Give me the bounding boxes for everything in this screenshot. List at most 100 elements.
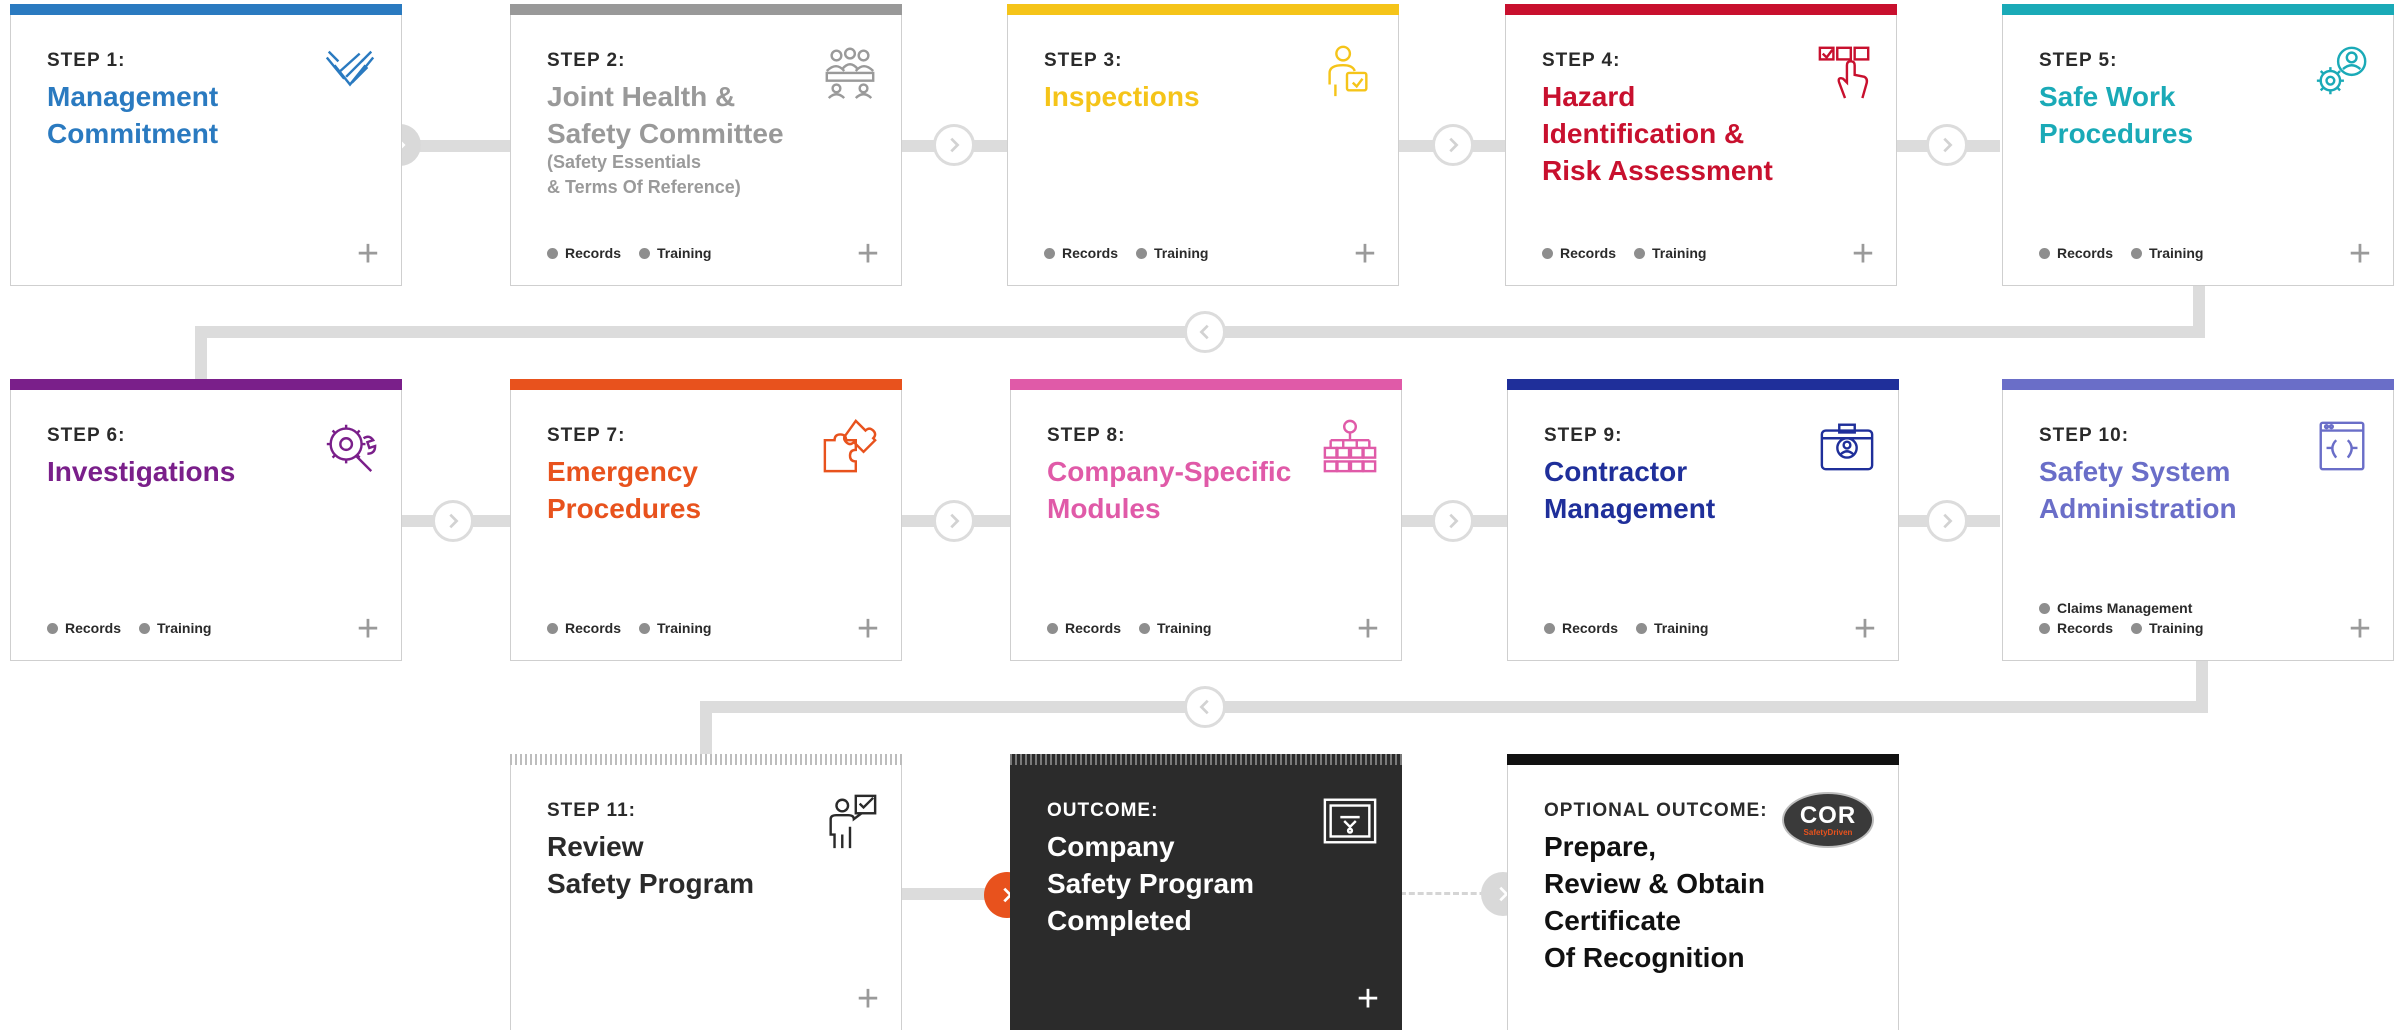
step-label: STEP 2: <box>547 50 626 71</box>
next-arrow-button[interactable] <box>1926 500 1968 542</box>
meeting-icon <box>821 42 879 100</box>
tag-claims-management: Claims Management <box>2039 600 2192 616</box>
tag-list: Records Training <box>47 618 229 638</box>
tag-training: Training <box>1636 620 1708 636</box>
connector-row2-to-row3 <box>700 701 2208 713</box>
back-arrow-button[interactable] <box>1184 686 1226 728</box>
chevron-right-icon <box>950 513 960 529</box>
card-accent-bar <box>510 754 902 765</box>
step-title: Safe Work Procedures <box>2039 81 2194 149</box>
tag-records: Records <box>1047 620 1121 636</box>
step-subtitle: (Safety Essentials & Terms Of Reference) <box>547 152 741 197</box>
card-accent-bar <box>1010 379 1402 390</box>
card-accent-bar <box>1507 379 1899 390</box>
tag-records: Records <box>2039 245 2113 261</box>
chevron-right-icon <box>1449 513 1459 529</box>
step-title: Inspections <box>1044 81 1200 112</box>
step-card-2[interactable]: STEP 2: Joint Health & Safety Committee … <box>510 4 902 286</box>
chevron-right-icon <box>1943 513 1953 529</box>
card-accent-bar <box>2002 379 2394 390</box>
step-card-1[interactable]: STEP 1: Management Commitment + <box>10 4 402 286</box>
connector-row2-rise <box>195 326 207 381</box>
next-arrow-button[interactable] <box>432 500 474 542</box>
step-title: Joint Health & Safety Committee <box>547 81 784 149</box>
card-accent-bar <box>1507 754 1899 765</box>
expand-plus-button[interactable]: + <box>1850 610 1880 648</box>
step-title: Investigations <box>47 456 236 487</box>
card-accent-bar <box>1007 4 1399 15</box>
step-title: Safety System Administration <box>2039 456 2237 524</box>
expand-plus-button[interactable]: + <box>1353 610 1383 648</box>
next-arrow-button[interactable] <box>1432 500 1474 542</box>
step-card-5[interactable]: STEP 5: Safe Work Procedures Records Trai… <box>2002 4 2394 286</box>
step-label: STEP 9: <box>1544 425 1623 446</box>
expand-plus-button[interactable]: + <box>1353 980 1383 1018</box>
step-card-4[interactable]: STEP 4: Hazard Identification & Risk Ass… <box>1505 4 1897 286</box>
optional-outcome-title: Prepare, Review & Obtain Certificate Of … <box>1544 831 1765 973</box>
next-arrow-button[interactable] <box>1432 124 1474 166</box>
step-label: STEP 5: <box>2039 50 2118 71</box>
step-card-10[interactable]: STEP 10: Safety System Administration Cl… <box>2002 379 2394 661</box>
gear-person-icon <box>2313 42 2371 100</box>
outcome-card[interactable]: OUTCOME: Company Safety Program Complete… <box>1010 754 1402 1030</box>
expand-plus-button[interactable]: + <box>1848 235 1878 273</box>
step-card-3[interactable]: STEP 3: Inspections Records Training + <box>1007 4 1399 286</box>
step-title: Contractor Management <box>1544 456 1716 524</box>
step-card-8[interactable]: STEP 8: Company-Specific Modules Records… <box>1010 379 1402 661</box>
step-label: STEP 7: <box>547 425 626 446</box>
next-arrow-button[interactable] <box>1926 124 1968 166</box>
expand-plus-button[interactable]: + <box>2345 610 2375 648</box>
step-label: STEP 10: <box>2039 425 2130 446</box>
next-arrow-button[interactable] <box>933 124 975 166</box>
card-accent-bar <box>2002 4 2394 15</box>
chevron-left-icon <box>1199 699 1209 715</box>
tag-records: Records <box>547 245 621 261</box>
tag-training: Training <box>2131 245 2203 261</box>
expand-plus-button[interactable]: + <box>353 610 383 648</box>
step-title: Hazard Identification & Risk Assessment <box>1542 81 1773 186</box>
expand-plus-button[interactable]: + <box>353 235 383 273</box>
expand-plus-button[interactable]: + <box>853 980 883 1018</box>
checklist-hand-icon <box>1816 42 1874 100</box>
step-title: Company-Specific Modules <box>1047 456 1292 524</box>
expand-plus-button[interactable]: + <box>2345 235 2375 273</box>
tag-list: Records Training <box>2039 243 2221 263</box>
step-card-7[interactable]: STEP 7: Emergency Procedures Records Trai… <box>510 379 902 661</box>
chevron-right-icon <box>1943 137 1953 153</box>
expand-plus-button[interactable]: + <box>853 235 883 273</box>
tag-records: Records <box>1542 245 1616 261</box>
connector-row3-rise <box>700 701 712 756</box>
step-card-11[interactable]: STEP 11: Review Safety Program + <box>510 754 902 1030</box>
outcome-label: OUTCOME: <box>1047 800 1159 821</box>
inspector-clipboard-icon <box>1318 42 1376 100</box>
tag-training: Training <box>139 620 211 636</box>
cor-logo-text: COR <box>1799 801 1857 829</box>
step-label: STEP 1: <box>47 50 126 71</box>
expand-plus-button[interactable]: + <box>853 610 883 648</box>
expand-plus-button[interactable]: + <box>1350 235 1380 273</box>
step-label: STEP 4: <box>1542 50 1621 71</box>
tag-training: Training <box>1634 245 1706 261</box>
tag-training: Training <box>1136 245 1208 261</box>
card-accent-bar <box>10 379 402 390</box>
tag-list: Records Training <box>1542 243 1724 263</box>
id-badge-icon <box>1818 417 1876 475</box>
chevron-right-icon <box>449 513 459 529</box>
step-card-9[interactable]: STEP 9: Contractor Management Records Tra… <box>1507 379 1899 661</box>
step-card-6[interactable]: STEP 6: Investigations Records Training + <box>10 379 402 661</box>
certificate-icon <box>1321 792 1379 850</box>
back-arrow-button[interactable] <box>1184 311 1226 353</box>
tag-list: Claims Management Records Training <box>2039 598 2221 638</box>
tag-list: Records Training <box>547 618 729 638</box>
chevron-left-icon <box>1199 324 1209 340</box>
handshake-icon <box>321 42 379 100</box>
tag-records: Records <box>1544 620 1618 636</box>
chevron-right-icon <box>950 137 960 153</box>
next-arrow-button[interactable] <box>933 500 975 542</box>
gear-wrench-icon <box>321 417 379 475</box>
puzzle-icon <box>821 417 879 475</box>
step-label: STEP 8: <box>1047 425 1126 446</box>
step-title: Management Commitment <box>47 81 219 149</box>
optional-outcome-card[interactable]: OPTIONAL OUTCOME: Prepare, Review & Obta… <box>1507 754 1899 1030</box>
chevron-right-icon <box>1449 137 1459 153</box>
